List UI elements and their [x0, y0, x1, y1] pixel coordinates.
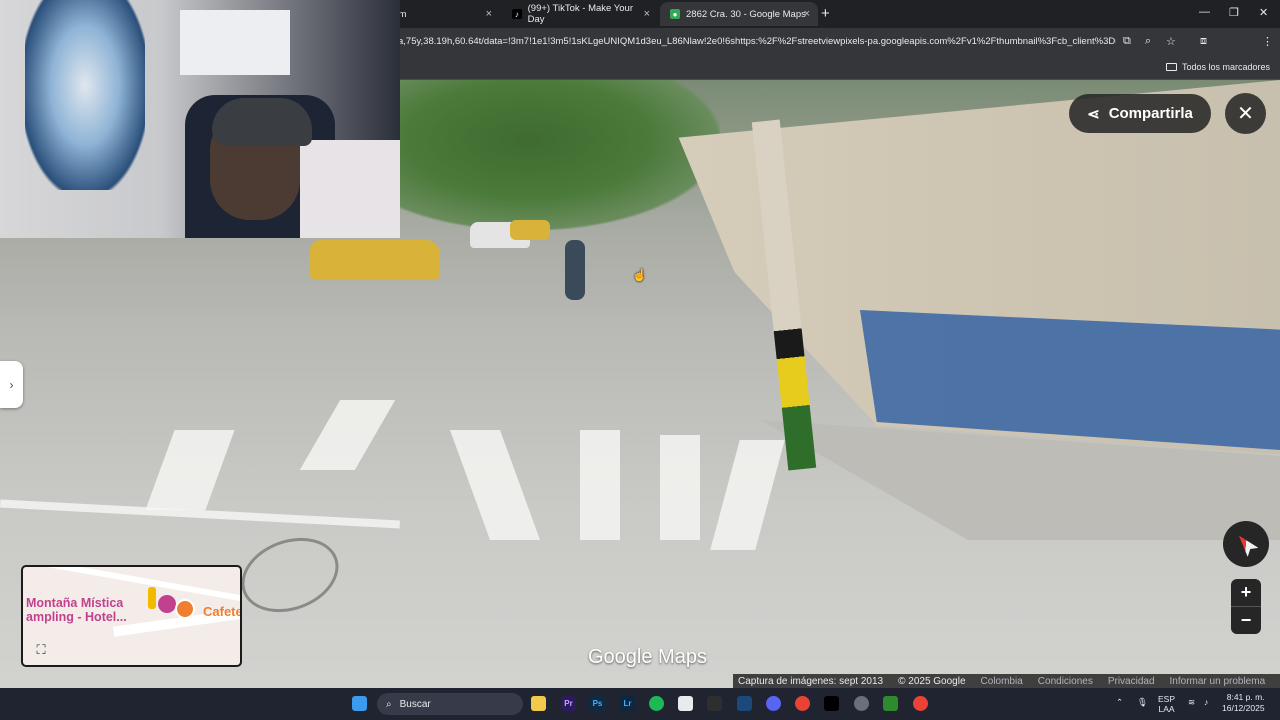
place-label[interactable]: Cafete [203, 604, 240, 619]
tab-title: (99+) TikTok - Make Your Day [527, 3, 633, 25]
zoom-out-button[interactable]: − [1231, 607, 1261, 634]
tab-close-icon[interactable]: × [804, 8, 810, 20]
expand-map-icon[interactable]: ⛶ [29, 639, 53, 661]
share-button[interactable]: ⋖ Compartirla [1069, 94, 1211, 133]
cap [212, 98, 312, 146]
url-field[interactable]: a,75y,38.19h,60.64t/data=!3m7!1e1!3m5!1s… [398, 36, 1116, 47]
search-label: Buscar [399, 698, 431, 710]
motorcycle-rider [565, 240, 585, 300]
copyright: © 2025 Google [898, 676, 966, 687]
tab-tiktok[interactable]: ♪ (99+) TikTok - Make Your Day × [502, 2, 658, 26]
tray-chevron-icon[interactable]: ⌃ [1116, 697, 1123, 707]
zoom-icon[interactable]: ⌕ [1145, 35, 1151, 48]
window-close-icon[interactable]: ✕ [1259, 6, 1268, 19]
blue-wall [860, 310, 1280, 450]
microphone-icon[interactable]: 🎙 [1137, 697, 1148, 707]
crosswalk-stripe [145, 430, 235, 510]
photoshop-icon[interactable]: Ps [590, 696, 605, 711]
google-maps-icon: ● [670, 9, 680, 19]
yellow-taxi [310, 240, 440, 280]
yellow-taxi [510, 220, 550, 240]
pegman-icon[interactable] [148, 587, 156, 609]
trees-scenery [400, 80, 720, 230]
lang-layout: LAA [1158, 704, 1175, 714]
google-maps-logo: Google Maps [588, 646, 707, 668]
clock-date: 16/12/2025 [1222, 703, 1265, 713]
file-explorer-icon[interactable] [531, 696, 546, 711]
terms-link[interactable]: Condiciones [1038, 676, 1093, 687]
tab-close-icon[interactable]: × [644, 8, 650, 20]
language-indicator[interactable]: ESP LAA [1158, 694, 1175, 714]
shelf [180, 10, 290, 75]
all-bookmarks-label: Todos los marcadores [1181, 62, 1270, 72]
zoom-control: + − [1231, 579, 1261, 634]
hand-cursor-icon: ☝ [632, 268, 647, 282]
app-icon[interactable] [678, 696, 693, 711]
chrome-active-icon[interactable] [913, 696, 928, 711]
discord-icon[interactable] [766, 696, 781, 711]
minimize-icon[interactable]: — [1199, 6, 1210, 18]
windows-start-icon[interactable] [352, 696, 367, 711]
share-icon: ⋖ [1087, 105, 1100, 123]
all-bookmarks-button[interactable]: Todos los marcadores [1165, 62, 1270, 72]
tab-google-maps[interactable]: ● 2862 Cra. 30 - Google Maps × [660, 2, 818, 26]
cafe-pin-icon[interactable] [175, 599, 195, 619]
share-label: Compartirla [1108, 105, 1193, 122]
tab-title: 2862 Cra. 30 - Google Maps [686, 8, 806, 20]
country-link[interactable]: Colombia [981, 676, 1023, 687]
hotel-pin-icon[interactable] [158, 595, 176, 613]
tiktok-app-icon[interactable] [824, 696, 839, 711]
compass-button[interactable] [1223, 521, 1269, 567]
app-icon[interactable] [854, 696, 869, 711]
extensions-icon[interactable]: ⧈ [1200, 35, 1207, 48]
crosswalk-stripe [710, 440, 785, 550]
christmas-tree [25, 0, 145, 190]
crosswalk-stripe [660, 435, 700, 540]
epic-games-icon[interactable] [707, 696, 722, 711]
install-app-icon[interactable]: ⧉ [1123, 35, 1131, 48]
search-icon: ⌕ [386, 698, 392, 710]
wifi-icon[interactable]: ≋ [1188, 697, 1195, 707]
bedding [300, 140, 400, 238]
crosswalk-stripe [449, 430, 541, 540]
minimap[interactable]: Montaña Mística ampling - Hotel... Cafet… [21, 565, 242, 667]
manhole-cover [231, 525, 349, 625]
system-clock[interactable]: 8:41 p. m. 16/12/2025 [1222, 692, 1265, 714]
close-street-view-button[interactable]: ✕ [1225, 93, 1266, 134]
volume-icon[interactable]: ♪ [1204, 697, 1208, 707]
privacy-link[interactable]: Privacidad [1108, 676, 1155, 687]
crosswalk-stripe [299, 400, 396, 470]
spotify-icon[interactable] [649, 696, 664, 711]
clock-time: 8:41 p. m. [1226, 692, 1265, 702]
new-tab-button[interactable]: + [821, 5, 830, 22]
report-problem-link[interactable]: Informar un problema [1170, 676, 1266, 687]
taskbar-search[interactable]: ⌕ Buscar [377, 693, 523, 715]
xbox-icon[interactable] [883, 696, 898, 711]
steam-icon[interactable] [737, 696, 752, 711]
chrome-icon[interactable] [795, 696, 810, 711]
place-label[interactable]: Montaña Mística [26, 596, 123, 610]
tiktok-icon: ♪ [512, 9, 522, 19]
lightroom-icon[interactable]: Lr [620, 696, 635, 711]
lang-code: ESP [1158, 694, 1176, 704]
webcam-overlay [0, 0, 400, 238]
tab-close-icon[interactable]: × [486, 8, 492, 20]
compass-needle-icon [1234, 531, 1259, 557]
attribution-bar: Captura de imágenes: sept 2013 © 2025 Go… [733, 674, 1280, 689]
place-label[interactable]: ampling - Hotel... [26, 610, 127, 624]
folder-icon [1165, 63, 1177, 71]
bookmark-star-icon[interactable]: ☆ [1166, 35, 1176, 48]
premiere-icon[interactable]: Pr [561, 696, 576, 711]
windows-taskbar [0, 688, 1280, 720]
zoom-in-button[interactable]: + [1231, 579, 1261, 606]
menu-kebab-icon[interactable]: ⋮ [1262, 35, 1273, 48]
crosswalk-stripe [580, 430, 620, 540]
capture-date: Captura de imágenes: sept 2013 [738, 676, 884, 687]
restore-icon[interactable]: ❐ [1229, 6, 1239, 19]
expand-side-panel-button[interactable]: › [0, 361, 23, 408]
